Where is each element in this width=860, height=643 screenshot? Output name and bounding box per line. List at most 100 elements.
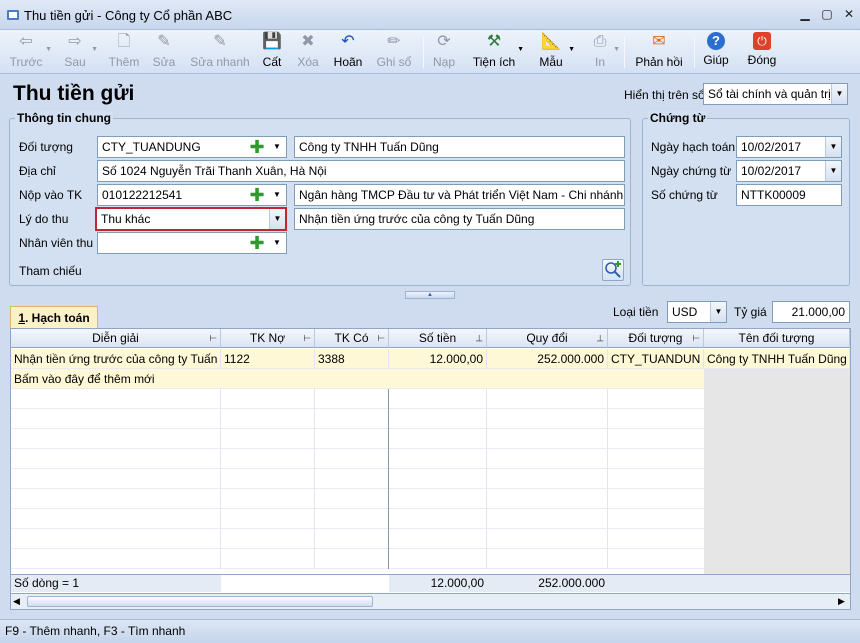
view-on-book-select[interactable]: Sổ tài chính và quản trị ▼ [703, 83, 848, 105]
phanhoi-button[interactable]: ✉ Phản hồi [632, 32, 686, 72]
scrollbar-thumb[interactable] [27, 596, 373, 607]
pin-icon[interactable]: ⊣ [591, 334, 609, 342]
ngan-hang-field[interactable]: Ngân hàng TMCP Đầu tư và Phát triển Việt… [294, 184, 625, 206]
table-cell[interactable]: 3388 [315, 349, 389, 369]
ngay-chung-tu-picker[interactable]: 10/02/2017 ▼ [736, 160, 842, 182]
tab-label: . Hạch toán [25, 311, 90, 325]
grid-line [314, 489, 315, 509]
doi-tuong-name: Công ty TNHH Tuấn Dũng [299, 140, 439, 154]
grid-line [607, 489, 608, 509]
close-window-button[interactable]: ✕ [841, 6, 857, 22]
grid-line [607, 469, 608, 489]
loai-tien-select[interactable]: USD ▼ [667, 301, 727, 323]
hoan-button[interactable]: ↶ Hoãn [330, 32, 366, 72]
grid-line [220, 389, 221, 409]
table-cell[interactable]: Công ty TNHH Tuấn Dũng [704, 349, 850, 369]
table-cell[interactable]: Nhận tiền ứng trước của công ty Tuấn D [11, 349, 221, 369]
xoa-button[interactable]: ✖ Xóa [294, 32, 322, 72]
ngay-chung-tu-label: Ngày chứng từ [651, 164, 732, 178]
ghiso-button[interactable]: ✏ Ghi sổ [375, 32, 413, 72]
chevron-down-icon[interactable]: ▼ [710, 302, 726, 322]
form-title: Thu tiền gửi [13, 82, 135, 105]
pin-icon[interactable]: ⊥ [204, 334, 222, 342]
column-header[interactable]: TK Có ⊥ [315, 329, 389, 348]
delete-icon: ✖ [301, 33, 315, 50]
chevron-down-icon[interactable]: ▼ [825, 161, 841, 181]
toolbar-separator [694, 36, 695, 68]
chevron-down-icon[interactable]: ▼ [613, 46, 620, 53]
column-header[interactable]: Số tiền ⊣ [389, 329, 487, 348]
ngay-hach-toan-picker[interactable]: 10/02/2017 ▼ [736, 136, 842, 158]
grid-line [220, 549, 221, 569]
chevron-down-icon[interactable]: ▼ [270, 137, 284, 157]
tab-number: 1 [18, 311, 25, 325]
chevron-down-icon[interactable]: ▼ [45, 46, 52, 53]
table-row[interactable]: Nhận tiền ứng trước của công ty Tuấn D 11… [11, 349, 850, 369]
sua-button[interactable]: ✎ Sửa [150, 32, 178, 72]
column-header[interactable]: Tên đối tượng [704, 329, 850, 348]
dia-chi-field[interactable]: Số 1024 Nguyễn Trãi Thanh Xuân, Hà Nội [97, 160, 625, 182]
table-cell[interactable]: 1122 [221, 349, 315, 369]
column-header[interactable]: Diễn giải ⊥ [11, 329, 221, 348]
pin-icon[interactable]: ⊥ [372, 334, 390, 342]
collapse-splitter[interactable]: ▲ [405, 291, 455, 299]
in-button[interactable]: ⎙ In ▼ [588, 32, 620, 72]
tab-hach-toan[interactable]: 1. Hạch toán [10, 306, 98, 328]
column-header[interactable]: TK Nợ ⊥ [221, 329, 315, 348]
grid-line [607, 409, 608, 429]
chevron-down-icon[interactable]: ▼ [568, 46, 575, 53]
chevron-down-icon[interactable]: ▼ [270, 233, 284, 253]
grid-line [486, 429, 487, 449]
grid-line [314, 389, 315, 409]
chevron-down-icon[interactable]: ▼ [91, 46, 98, 53]
ghiso-label: Ghi sổ [376, 55, 412, 69]
grid-line [220, 529, 221, 549]
chevron-down-icon[interactable]: ▼ [270, 185, 284, 205]
chevron-down-icon[interactable]: ▼ [269, 209, 285, 229]
grid-line [607, 549, 608, 569]
tienich-label: Tiện ích [472, 55, 516, 69]
column-header[interactable]: Đối tượng ⊥ [608, 329, 704, 348]
ty-gia-field[interactable]: 21.000,00 [772, 301, 850, 323]
pin-icon[interactable]: ⊥ [687, 334, 705, 342]
so-chung-tu-field[interactable]: NTTK00009 [736, 184, 842, 206]
add-account-icon[interactable]: ✚ [248, 185, 266, 205]
scroll-right-icon[interactable]: ▶ [838, 596, 845, 607]
pin-icon[interactable]: ⊣ [470, 334, 488, 342]
table-cell[interactable]: CTY_TUANDUN [608, 349, 704, 369]
horizontal-scrollbar[interactable]: ◀ ▶ [10, 593, 851, 610]
chevron-down-icon[interactable]: ▼ [831, 84, 847, 104]
grid-line [607, 509, 608, 529]
table-cell[interactable]: 12.000,00 [389, 349, 487, 369]
add-row[interactable]: Bấm vào đây để thêm mới [11, 369, 704, 389]
pin-icon[interactable]: ⊥ [298, 334, 316, 342]
add-doi-tuong-icon[interactable]: ✚ [248, 137, 266, 157]
voucher-legend: Chứng từ [648, 111, 708, 125]
reference-add-button[interactable] [602, 259, 624, 281]
add-employee-icon[interactable]: ✚ [248, 233, 266, 253]
minimize-button[interactable]: ▁ [797, 6, 813, 22]
dien-giai-field[interactable]: Nhận tiền ứng trước của công ty Tuấn Dũn… [294, 208, 625, 230]
mau-button[interactable]: 📐 Mẫu ▼ [535, 32, 575, 72]
scroll-left-icon[interactable]: ◀ [13, 596, 20, 607]
ly-do-thu-select[interactable]: Thu khác ▼ [95, 207, 287, 231]
them-button[interactable]: 🗋 Thêm [105, 32, 143, 72]
truoc-button[interactable]: ⇦ Trước ▼ [8, 32, 52, 72]
tham-chieu-label: Tham chiếu [19, 264, 82, 278]
grid-line [314, 549, 315, 569]
chevron-down-icon[interactable]: ▼ [517, 46, 524, 53]
giup-button[interactable]: ? Giúp [702, 32, 730, 72]
doi-tuong-name-field[interactable]: Công ty TNHH Tuấn Dũng [294, 136, 625, 158]
suanhanh-button[interactable]: ✎ Sửa nhanh [190, 32, 250, 72]
cat-button[interactable]: 💾 Cất [259, 32, 285, 72]
tienich-button[interactable]: ⚒ Tiện ích ▼ [472, 32, 524, 72]
column-header[interactable]: Quy đổi ⊣ [487, 329, 608, 348]
sau-button[interactable]: ⇨ Sau ▼ [60, 32, 98, 72]
dong-button[interactable]: ⏻ Đóng [744, 32, 780, 72]
chevron-down-icon[interactable]: ▼ [825, 137, 841, 157]
grid-line [607, 529, 608, 549]
table-cell[interactable]: 252.000.000 [487, 349, 608, 369]
grid-line [486, 449, 487, 469]
maximize-button[interactable]: ▢ [819, 6, 835, 22]
nap-button[interactable]: ⟳ Nạp [430, 32, 458, 72]
